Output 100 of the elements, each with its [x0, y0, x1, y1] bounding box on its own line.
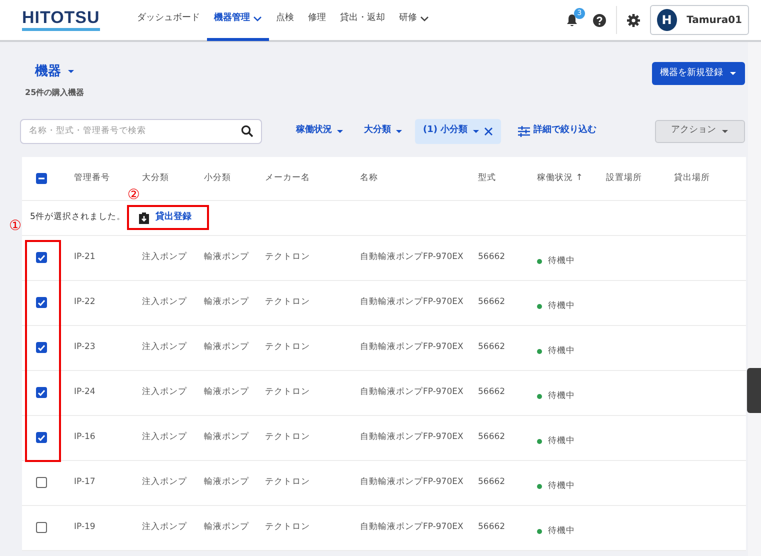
table-cell-text: 自動輸液ポンプFP-970EX	[360, 251, 464, 264]
table-cell-text: テクトロン	[265, 341, 311, 354]
caret-down-icon	[67, 68, 75, 76]
action-dropdown-button[interactable]: アクション	[655, 120, 745, 142]
nav-tab[interactable]: 機器管理	[206, 0, 269, 41]
table-cell-text: IP-19	[74, 521, 96, 534]
notification-button[interactable]	[566, 14, 578, 26]
search-icon	[241, 124, 253, 136]
status-text: 待機中	[548, 435, 575, 448]
status-text: 待機中	[548, 345, 575, 358]
status-text: 待機中	[548, 480, 575, 493]
status-text: 待機中	[548, 390, 575, 403]
table-cell-text: 自動輸液ポンプFP-970EX	[360, 476, 464, 489]
filter-dropdown[interactable]: 大分類	[356, 118, 411, 144]
table-cell-text: 輸液ポンプ	[204, 296, 250, 309]
table-cell-text: 56662	[478, 476, 506, 489]
table-cell-text: 注入ポンプ	[142, 296, 188, 309]
minus-icon	[38, 174, 45, 182]
table-cell-text: 56662	[478, 341, 506, 354]
status-text: 待機中	[548, 300, 575, 313]
table-cell-text: 56662	[478, 521, 506, 534]
caret-down-icon	[721, 128, 729, 134]
nav-tab[interactable]: 研修	[392, 0, 436, 41]
table-cell-text: 自動輸液ポンプFP-970EX	[360, 296, 464, 309]
new-registration-button[interactable]: 機器を新規登録	[652, 62, 745, 85]
item-count: 25件の購入機器	[25, 86, 84, 98]
column-header[interactable]: 大分類	[142, 172, 204, 184]
status-dot	[537, 349, 542, 354]
status-text: 待機中	[548, 525, 575, 538]
bell-icon	[566, 14, 578, 26]
column-header[interactable]: 稼働状況 ↑	[537, 172, 606, 184]
column-header[interactable]: 貸出場所	[674, 172, 746, 184]
table-cell-text: 輸液ポンプ	[204, 341, 250, 354]
checkmark-icon	[37, 388, 46, 396]
row-checkbox[interactable]	[36, 387, 47, 398]
selection-message: 5件が選択されました。	[30, 211, 126, 224]
table-cell-text: 輸液ポンプ	[204, 431, 250, 444]
checkmark-icon	[37, 344, 46, 352]
table-cell-text: 輸液ポンプ	[204, 521, 250, 534]
nav-tab[interactable]: 貸出・返却	[332, 0, 392, 41]
table-cell-text: 自動輸液ポンプFP-970EX	[360, 341, 464, 354]
table-cell-text: IP-24	[74, 386, 96, 399]
table-cell-text: 注入ポンプ	[142, 431, 188, 444]
table-cell-text: 注入ポンプ	[142, 341, 188, 354]
column-header[interactable]: 名称	[360, 172, 478, 184]
user-menu-button[interactable]: H Tamura01	[650, 5, 749, 35]
table-cell-text: 56662	[478, 251, 506, 264]
caret-down-icon	[395, 128, 403, 134]
nav-tab[interactable]: ダッシュボード	[130, 0, 207, 41]
table-cell-text: 輸液ポンプ	[204, 386, 250, 399]
table-cell-text: IP-23	[74, 341, 96, 354]
nav-tab[interactable]: 点検	[268, 0, 301, 41]
checkout-register-button[interactable]: 貸出登録	[133, 206, 198, 228]
filter-dropdown[interactable]: (1) 小分類	[415, 118, 501, 144]
table-cell-text: 自動輸液ポンプFP-970EX	[360, 521, 464, 534]
column-header[interactable]: 管理番号	[74, 172, 142, 184]
column-header[interactable]: メーカー名	[265, 172, 360, 184]
detail-filter-button[interactable]: 詳細で絞り込む	[510, 118, 605, 144]
table-cell-text: テクトロン	[265, 386, 311, 399]
logo[interactable]: HITOTSU	[22, 9, 100, 31]
select-all-checkbox[interactable]	[36, 172, 47, 184]
checkmark-icon	[37, 434, 46, 442]
status-dot	[537, 439, 542, 444]
table-cell-text: テクトロン	[265, 521, 311, 534]
table-cell-text: 注入ポンプ	[142, 521, 188, 534]
row-checkbox[interactable]	[36, 477, 47, 488]
search-field[interactable]: 名称・型式・管理番号で検索	[20, 118, 262, 144]
row-checkbox[interactable]	[36, 297, 47, 308]
table-cell-text: 注入ポンプ	[142, 476, 188, 489]
table-cell-text: IP-16	[74, 431, 96, 444]
table-cell-text: 輸液ポンプ	[204, 476, 250, 489]
status-dot	[537, 529, 542, 534]
row-checkbox[interactable]	[36, 522, 47, 533]
row-checkbox[interactable]	[36, 432, 47, 443]
nav-tab[interactable]: 修理	[300, 0, 333, 41]
annotation-number: ②	[127, 188, 140, 202]
status-dot	[537, 394, 542, 399]
table-cell-text: 56662	[478, 296, 506, 309]
column-header[interactable]: 設置場所	[606, 172, 674, 184]
help-icon	[593, 14, 606, 26]
table-cell-text: テクトロン	[265, 431, 311, 444]
close-icon	[484, 126, 493, 136]
table-cell-text: テクトロン	[265, 296, 311, 309]
row-checkbox[interactable]	[36, 342, 47, 353]
annotation-number: ①	[9, 218, 22, 232]
table-cell-text: 自動輸液ポンプFP-970EX	[360, 386, 464, 399]
table-cell-text: テクトロン	[265, 476, 311, 489]
filter-dropdown[interactable]: 稼働状況	[288, 118, 352, 144]
column-header[interactable]: 小分類	[204, 172, 265, 184]
status-dot	[537, 484, 542, 489]
sliders-icon	[518, 126, 530, 136]
row-checkbox[interactable]	[36, 252, 47, 263]
help-button[interactable]	[593, 14, 606, 26]
column-header[interactable]: 型式	[478, 172, 537, 184]
caret-down-icon	[729, 70, 737, 77]
avatar: H	[657, 9, 677, 31]
page-title-dropdown[interactable]: 機器	[35, 62, 75, 82]
settings-button[interactable]	[627, 14, 640, 26]
table-cell-text: 56662	[478, 386, 506, 399]
checkmark-icon	[37, 298, 46, 306]
